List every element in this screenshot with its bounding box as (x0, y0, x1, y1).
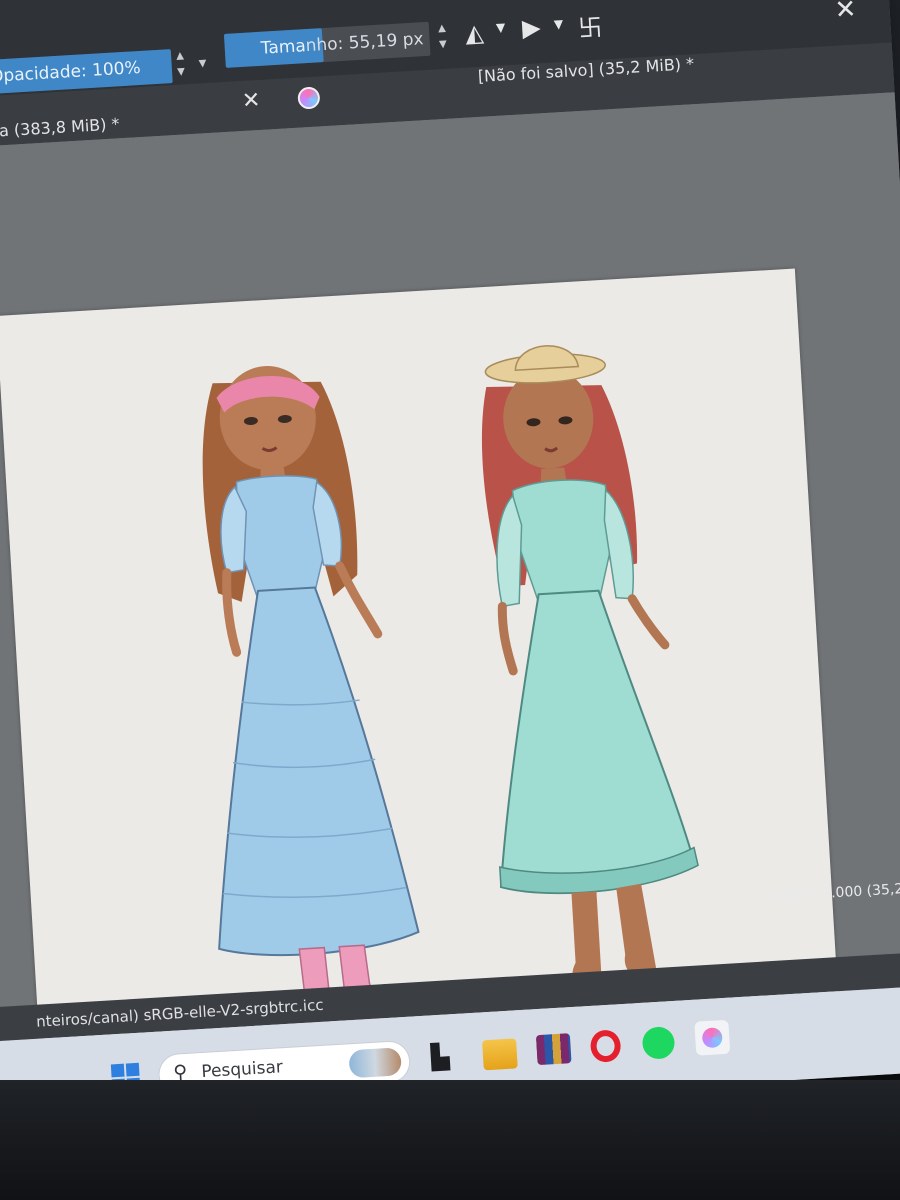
document-tab-left[interactable]: kra (383,8 MiB) * (0, 114, 120, 141)
krita-document-icon (297, 86, 321, 110)
search-placeholder: Pesquisar (200, 1057, 284, 1083)
mirror-v-dropdown-icon[interactable]: ▼ (554, 17, 564, 32)
size-slider[interactable]: Tamanho: 55,19 px (223, 28, 424, 68)
widgets-icon[interactable] (348, 1047, 402, 1079)
spotify-icon[interactable] (641, 1026, 676, 1060)
opacity-label: Opacidade: 100% (0, 57, 142, 87)
photo-of-monitor: uda Opacidade: 100% ▲▼ ▼ Tamanho: 55,19 … (0, 0, 900, 1200)
size-label-prefix: Tama (260, 36, 307, 59)
wrap-around-icon[interactable]: 卐 (577, 8, 603, 44)
opera-icon[interactable] (589, 1029, 622, 1063)
winrar-icon[interactable] (535, 1033, 572, 1066)
opacity-dropdown-icon[interactable]: ▼ (195, 47, 211, 82)
krita-app-button[interactable] (694, 1019, 731, 1056)
close-icon[interactable]: ✕ (834, 0, 858, 26)
canvas-area: 2.000 x 2.000 (35,2 MiB) (0, 92, 900, 1105)
task-view-icon[interactable]: ▙ (430, 1041, 466, 1073)
krita-window: uda Opacidade: 100% ▲▼ ▼ Tamanho: 55,19 … (0, 0, 900, 1128)
monitor-bezel (0, 1080, 900, 1200)
mirror-horizontal-icon[interactable]: ◭ (464, 19, 484, 48)
file-explorer-icon[interactable] (482, 1038, 518, 1071)
mirror-dropdown-icon[interactable]: ▼ (496, 20, 506, 35)
mirror-vertical-icon[interactable]: ▶ (521, 13, 541, 42)
size-spinner[interactable]: ▲ ▼ (435, 21, 451, 56)
opacity-spinner[interactable]: ▲ ▼ (173, 48, 189, 83)
figure-left (202, 366, 420, 1035)
krita-icon (701, 1027, 723, 1049)
close-tab-icon[interactable]: ✕ (241, 88, 261, 114)
figure-right (481, 345, 699, 992)
